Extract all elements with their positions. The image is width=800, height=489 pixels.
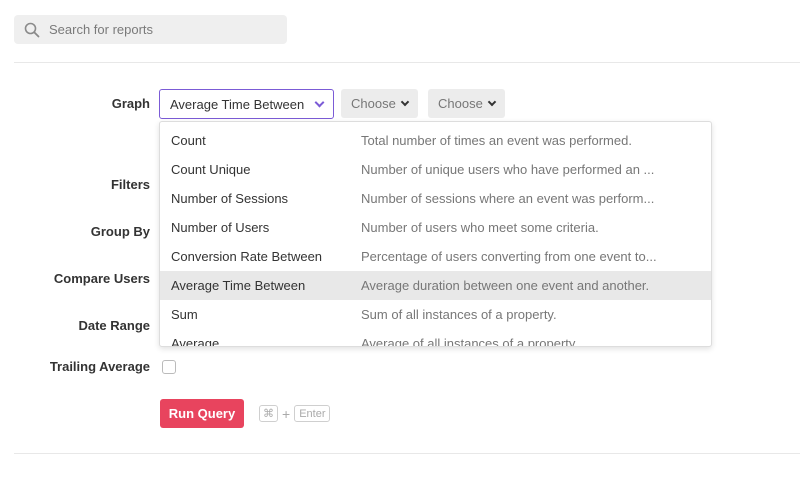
filters-label: Filters bbox=[110, 177, 150, 192]
graph-type-dropdown: Count Total number of times an event was… bbox=[159, 121, 712, 347]
search-input[interactable] bbox=[49, 22, 269, 37]
dropdown-item-name: Number of Sessions bbox=[171, 191, 289, 206]
graph-type-select[interactable]: Average Time Between bbox=[159, 89, 334, 119]
dropdown-item-name: Count Unique bbox=[171, 162, 251, 177]
chevron-down-icon bbox=[487, 97, 497, 106]
dropdown-item-description: Number of unique users who have performe… bbox=[361, 162, 655, 177]
command-key-icon: ⌘ bbox=[259, 405, 278, 422]
top-divider bbox=[14, 62, 800, 63]
dropdown-item-average[interactable]: Average Average of all instances of a pr… bbox=[160, 329, 711, 347]
chevron-down-icon bbox=[400, 97, 410, 106]
dropdown-item-name: Sum bbox=[171, 307, 198, 322]
dropdown-item-conversion-rate-between[interactable]: Conversion Rate Between Percentage of us… bbox=[160, 242, 711, 271]
dropdown-item-name: Count bbox=[171, 133, 206, 148]
dropdown-item-description: Sum of all instances of a property. bbox=[361, 307, 557, 322]
search-box[interactable] bbox=[14, 15, 287, 44]
graph-label: Graph bbox=[111, 96, 150, 111]
trailing-average-checkbox[interactable] bbox=[162, 360, 176, 374]
dropdown-item-description: Percentage of users converting from one … bbox=[361, 249, 657, 264]
chevron-down-icon bbox=[314, 97, 325, 107]
dropdown-item-average-time-between[interactable]: Average Time Between Average duration be… bbox=[160, 271, 711, 300]
dropdown-item-sum[interactable]: Sum Sum of all instances of a property. bbox=[160, 300, 711, 329]
group-by-label: Group By bbox=[90, 224, 150, 239]
keyboard-shortcut-hint: ⌘ + Enter bbox=[259, 405, 331, 422]
dropdown-item-name: Average Time Between bbox=[171, 278, 306, 293]
dropdown-item-description: Number of sessions where an event was pe… bbox=[361, 191, 655, 206]
dropdown-item-description: Average duration between one event and a… bbox=[361, 278, 650, 293]
dropdown-item-description: Average of all instances of a property. bbox=[361, 336, 579, 347]
dropdown-item-count[interactable]: Count Total number of times an event was… bbox=[160, 126, 711, 155]
dropdown-item-name: Number of Users bbox=[171, 220, 270, 235]
run-query-button[interactable]: Run Query bbox=[160, 399, 244, 428]
graph-type-value: Average Time Between bbox=[170, 96, 305, 112]
bottom-divider bbox=[14, 453, 800, 454]
dropdown-item-number-of-sessions[interactable]: Number of Sessions Number of sessions wh… bbox=[160, 184, 711, 213]
dropdown-item-description: Number of users who meet some criteria. bbox=[361, 220, 599, 235]
choose-button-2[interactable]: Choose bbox=[428, 89, 505, 118]
choose-button-2-label: Choose bbox=[438, 96, 483, 111]
choose-button-1[interactable]: Choose bbox=[341, 89, 418, 118]
search-icon bbox=[24, 22, 40, 38]
dropdown-item-description: Total number of times an event was perfo… bbox=[361, 133, 632, 148]
dropdown-item-number-of-users[interactable]: Number of Users Number of users who meet… bbox=[160, 213, 711, 242]
shortcut-plus: + bbox=[282, 405, 291, 422]
trailing-average-label: Trailing Average bbox=[49, 359, 150, 374]
date-range-label: Date Range bbox=[78, 318, 150, 333]
dropdown-item-count-unique[interactable]: Count Unique Number of unique users who … bbox=[160, 155, 711, 184]
dropdown-item-name: Average bbox=[171, 336, 220, 347]
choose-button-1-label: Choose bbox=[351, 96, 396, 111]
compare-users-label: Compare Users bbox=[53, 271, 150, 286]
enter-key: Enter bbox=[294, 405, 331, 422]
dropdown-item-name: Conversion Rate Between bbox=[171, 249, 323, 264]
